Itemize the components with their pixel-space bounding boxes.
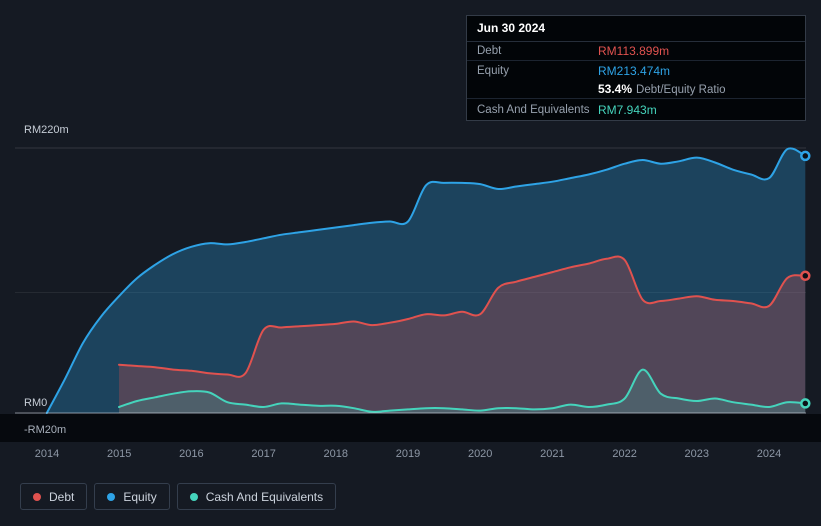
tooltip-debt-label: Debt (477, 45, 502, 57)
chart-tooltip: Jun 30 2024 Debt RM113.899m Equity RM213… (466, 15, 806, 121)
x-tick-2023: 2023 (684, 448, 710, 460)
tooltip-cash-label: Cash And Equivalents (477, 103, 590, 116)
tooltip-ratio-value: 53.4% Debt/Equity Ratio (598, 82, 726, 96)
legend-item-debt[interactable]: Debt (20, 483, 88, 510)
x-tick-2017: 2017 (251, 448, 276, 460)
x-tick-2020: 2020 (467, 448, 493, 460)
x-tick-2018: 2018 (323, 448, 349, 460)
tooltip-ratio-percent: 53.4% (598, 82, 633, 96)
legend-item-cash[interactable]: Cash And Equivalents (176, 483, 337, 510)
x-axis-labels: 2014 2015 2016 2017 2018 2019 2020 2021 … (0, 448, 821, 462)
debt-series-dot-icon (33, 492, 41, 501)
equity-series-dot-icon (107, 492, 116, 501)
legend-item-equity[interactable]: Equity (94, 483, 170, 510)
tooltip-cash-row: Cash And Equivalents RM7.943m (467, 99, 805, 120)
legend-label-equity: Equity (123, 489, 157, 504)
tooltip-date: Jun 30 2024 (467, 16, 805, 42)
tooltip-equity-label: Equity (477, 64, 509, 77)
x-tick-2016: 2016 (179, 448, 204, 460)
x-tick-2014: 2014 (34, 448, 60, 460)
x-tick-2022: 2022 (612, 448, 637, 460)
tooltip-debt-value: RM113.899m (598, 44, 670, 58)
x-tick-2024: 2024 (756, 448, 782, 460)
y-axis-label-zero: RM0 (24, 397, 48, 409)
tooltip-equity-row: Equity RM213.474m (467, 61, 805, 80)
x-tick-2019: 2019 (395, 448, 421, 460)
legend-label-cash: Cash And Equivalents (205, 489, 324, 504)
tooltip-debt-row: Debt RM113.899m (467, 42, 805, 61)
y-axis-label-top: RM220m (24, 124, 69, 136)
x-tick-2021: 2021 (540, 448, 565, 460)
tooltip-ratio-text: Debt/Equity Ratio (636, 84, 726, 96)
tooltip-cash-value: RM7.943m (598, 102, 657, 117)
tooltip-equity-value: RM213.474m (598, 63, 671, 78)
y-axis-label-negative: -RM20m (24, 424, 67, 436)
cash-series-dot-icon (189, 492, 198, 501)
chart-legend: Debt Equity Cash And Equivalents (20, 483, 337, 510)
legend-label-debt: Debt (49, 489, 75, 504)
tooltip-ratio-row: 53.4% Debt/Equity Ratio (467, 80, 805, 99)
x-tick-2015: 2015 (106, 448, 132, 460)
